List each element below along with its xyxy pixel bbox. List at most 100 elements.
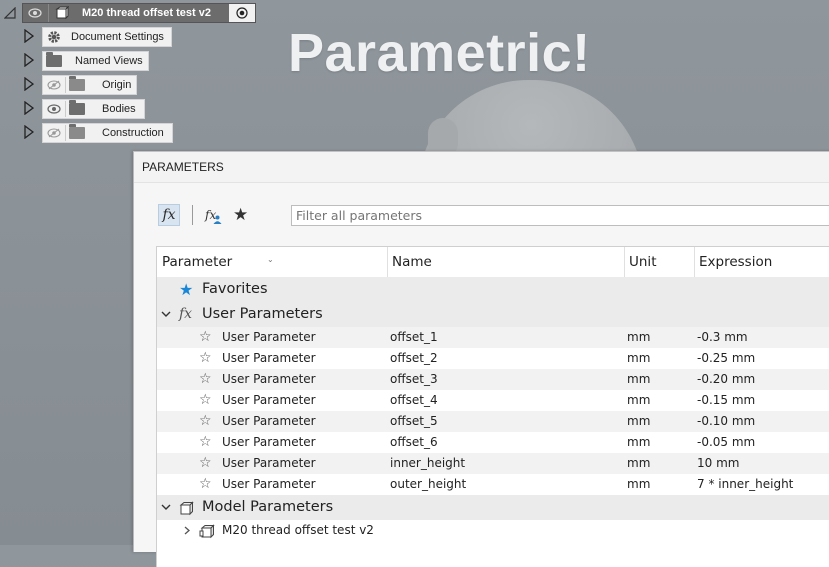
parameter-cell: User Parameter (222, 414, 316, 428)
unit-cell[interactable]: mm (627, 411, 650, 432)
eye-hidden-icon[interactable] (46, 126, 62, 140)
gear-icon (46, 30, 62, 44)
dialog-titlebar[interactable]: PARAMETERS (134, 152, 829, 183)
table-row[interactable]: ☆ User Parameter offset_5 mm -0.10 mm (157, 411, 829, 432)
table-row[interactable]: ☆ User Parameter offset_4 mm -0.15 mm (157, 390, 829, 411)
name-cell[interactable]: inner_height (390, 453, 465, 474)
parameters-toolbar: fx fx ★ (158, 204, 248, 226)
chevron-down-icon[interactable] (161, 302, 171, 327)
favorite-star-icon[interactable]: ☆ (199, 390, 212, 411)
activate-radio-icon[interactable] (229, 4, 255, 22)
column-header-label: Parameter (162, 254, 233, 270)
column-header-unit[interactable]: Unit (624, 247, 694, 277)
group-label: User Parameters (202, 306, 323, 322)
expression-cell[interactable]: -0.15 mm (697, 390, 755, 411)
browser-item-label: Origin (102, 79, 132, 91)
expression-cell[interactable]: -0.20 mm (697, 369, 755, 390)
column-header-expression[interactable]: Expression (694, 247, 829, 277)
table-row[interactable]: ☆ User Parameter offset_2 mm -0.25 mm (157, 348, 829, 369)
model-component-label: M20 thread offset test v2 (222, 523, 374, 537)
group-label: Model Parameters (202, 499, 334, 515)
group-row-user-parameters[interactable]: fx User Parameters (157, 302, 829, 327)
browser-root-item[interactable]: M20 thread offset test v2 (22, 3, 256, 23)
expand-triangle-icon[interactable] (24, 77, 34, 91)
folder-icon (46, 52, 62, 68)
favorite-star-icon[interactable]: ☆ (199, 474, 212, 495)
expression-cell[interactable]: -0.10 mm (697, 411, 755, 432)
divider (65, 125, 66, 141)
all-parameters-fx-button[interactable]: fx (158, 204, 180, 226)
browser-item-label: Bodies (102, 103, 136, 115)
group-label: Favorites (202, 281, 268, 297)
favorite-star-icon[interactable]: ☆ (199, 327, 212, 348)
favorite-star-icon[interactable]: ☆ (199, 369, 212, 390)
browser-item-label: Document Settings (71, 31, 164, 43)
name-cell[interactable]: offset_1 (390, 327, 438, 348)
banner-text: Parametric! (288, 23, 591, 83)
chevron-right-icon[interactable] (183, 520, 191, 541)
parameters-dialog: PARAMETERS fx fx ★ Parameter ⌄ Name Unit… (133, 151, 829, 567)
eye-icon[interactable] (27, 6, 43, 20)
divider (65, 77, 66, 93)
unit-cell[interactable]: mm (627, 327, 650, 348)
group-row-favorites[interactable]: ★ Favorites (157, 277, 829, 302)
browser-item-label: Named Views (75, 55, 143, 67)
model-component-row[interactable]: M20 thread offset test v2 (157, 520, 829, 542)
expression-cell[interactable]: -0.05 mm (697, 432, 755, 453)
user-parameters-filter-button[interactable]: fx (205, 208, 223, 224)
star-filled-icon: ★ (179, 280, 194, 299)
name-cell[interactable]: outer_height (390, 474, 466, 495)
table-row[interactable]: ☆ User Parameter offset_1 mm -0.3 mm (157, 327, 829, 348)
name-cell[interactable]: offset_3 (390, 369, 438, 390)
unit-cell[interactable]: mm (627, 432, 650, 453)
dialog-title: PARAMETERS (142, 160, 224, 174)
name-cell[interactable]: offset_4 (390, 390, 438, 411)
table-row[interactable]: ☆ User Parameter inner_height mm 10 mm (157, 453, 829, 474)
group-row-model-parameters[interactable]: Model Parameters (157, 495, 829, 520)
unit-cell[interactable]: mm (627, 369, 650, 390)
browser-item-label: Construction (102, 127, 164, 139)
table-row[interactable]: ☆ User Parameter offset_6 mm -0.05 mm (157, 432, 829, 453)
parameters-table: Parameter ⌄ Name Unit Expression ★ Favor… (156, 246, 829, 567)
expand-triangle-icon[interactable] (24, 101, 34, 115)
favorite-star-icon[interactable]: ☆ (199, 453, 212, 474)
parameter-cell: User Parameter (222, 477, 316, 491)
table-row[interactable]: ☆ User Parameter offset_3 mm -0.20 mm (157, 369, 829, 390)
expression-cell[interactable]: -0.3 mm (697, 327, 748, 348)
collapse-all-triangle-icon[interactable] (4, 7, 16, 19)
component-icon (179, 500, 194, 516)
table-row[interactable]: ☆ User Parameter outer_height mm 7 * inner_h… (157, 474, 829, 495)
unit-cell[interactable]: mm (627, 474, 650, 495)
expression-cell[interactable]: 10 mm (697, 453, 739, 474)
chevron-down-icon[interactable] (161, 495, 171, 520)
filter-parameters-input[interactable] (291, 205, 829, 226)
unit-cell[interactable]: mm (627, 453, 650, 474)
expand-triangle-icon[interactable] (24, 29, 34, 43)
column-header-parameter[interactable]: Parameter ⌄ (157, 247, 387, 277)
favorite-star-icon[interactable]: ☆ (199, 348, 212, 369)
name-cell[interactable]: offset_5 (390, 411, 438, 432)
favorite-star-icon[interactable]: ☆ (199, 432, 212, 453)
unit-cell[interactable]: mm (627, 390, 650, 411)
favorites-filter-star-icon[interactable]: ★ (233, 205, 248, 225)
favorite-star-icon[interactable]: ☆ (199, 411, 212, 432)
expression-cell[interactable]: -0.25 mm (697, 348, 755, 369)
eye-hidden-icon[interactable] (46, 78, 62, 92)
divider (65, 101, 66, 117)
expression-cell[interactable]: 7 * inner_height (697, 474, 793, 495)
folder-icon (69, 100, 85, 116)
component-icon (199, 523, 215, 539)
name-cell[interactable]: offset_2 (390, 348, 438, 369)
user-icon (213, 215, 222, 224)
column-header-name[interactable]: Name (387, 247, 624, 277)
eye-icon[interactable] (46, 102, 62, 116)
unit-cell[interactable]: mm (627, 348, 650, 369)
expand-triangle-icon[interactable] (24, 53, 34, 67)
toolbar-divider (192, 205, 193, 225)
expand-triangle-icon[interactable] (24, 125, 34, 139)
parameter-cell: User Parameter (222, 435, 316, 449)
sort-arrow-icon: ⌄ (267, 255, 274, 264)
parameter-cell: User Parameter (222, 330, 316, 344)
name-cell[interactable]: offset_6 (390, 432, 438, 453)
parameter-cell: User Parameter (222, 456, 316, 470)
